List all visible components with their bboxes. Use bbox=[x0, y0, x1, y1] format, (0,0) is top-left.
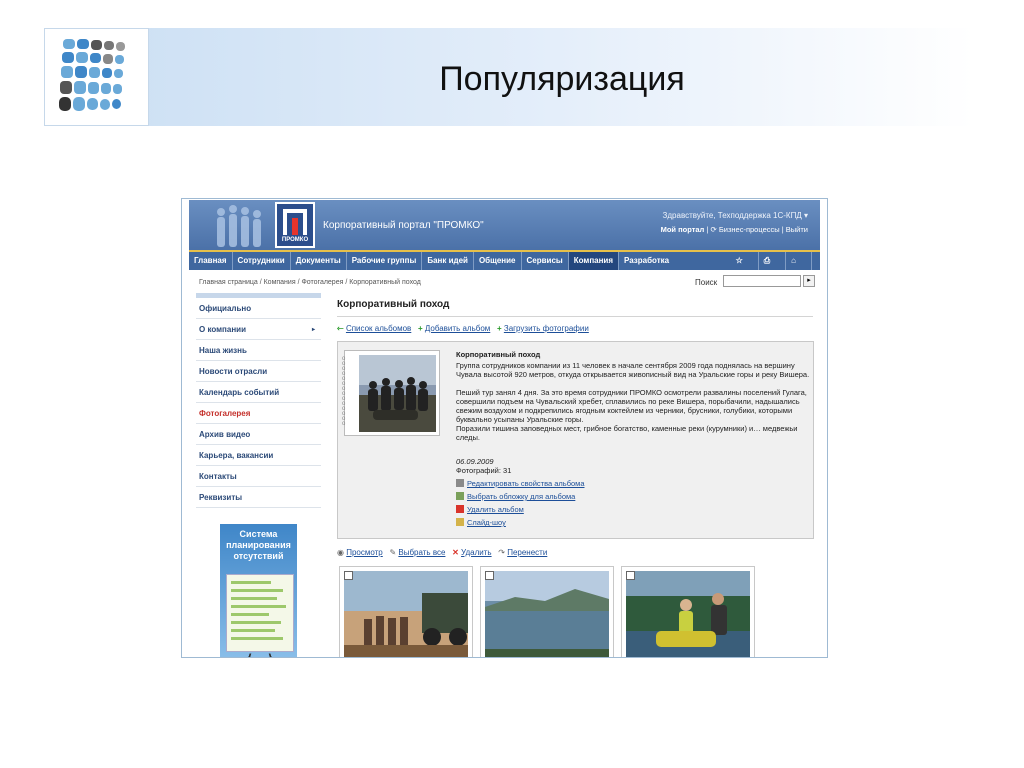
nav-icons: ☆ ⎙ ⌂ bbox=[731, 252, 812, 270]
chevron-right-icon: ▸ bbox=[311, 327, 315, 333]
nav-item-development[interactable]: Разработка bbox=[619, 252, 674, 270]
album-toolbar: ⇽ Список альбомов + Добавить альбом + За… bbox=[337, 324, 589, 333]
move-icon: ↷ bbox=[498, 548, 505, 557]
photo-thumbnail bbox=[626, 571, 750, 657]
photo-checkbox[interactable] bbox=[626, 571, 635, 580]
select-all-link[interactable]: Выбрать все bbox=[398, 548, 445, 557]
album-title: Корпоративный поход bbox=[456, 350, 541, 359]
my-portal-link[interactable]: Мой портал bbox=[661, 225, 705, 234]
photo-checkbox[interactable] bbox=[485, 571, 494, 580]
add-album-link[interactable]: Добавить альбом bbox=[425, 324, 490, 333]
page-title: Корпоративный поход bbox=[337, 299, 450, 310]
add-album-icon: + bbox=[417, 324, 423, 333]
portal-header: ПРОМКО Корпоративный портал "ПРОМКО" Здр… bbox=[189, 200, 820, 250]
presentation-logo bbox=[44, 28, 149, 126]
nav-item-services[interactable]: Сервисы bbox=[522, 252, 569, 270]
binder-spiral: oooooooooooooo bbox=[342, 356, 346, 427]
nav-item-documents[interactable]: Документы bbox=[291, 252, 347, 270]
nav-item-ideas[interactable]: Банк идей bbox=[422, 252, 474, 270]
people-silhouettes-icon bbox=[217, 205, 261, 247]
sidebar-item-official[interactable]: Официально bbox=[196, 299, 321, 319]
title-divider bbox=[337, 316, 813, 317]
portal-screenshot: ПРОМКО Корпоративный портал "ПРОМКО" Здр… bbox=[181, 198, 828, 658]
delete-icon: ✕ bbox=[452, 548, 459, 557]
sidebar-item-about[interactable]: О компании ▸ bbox=[196, 320, 321, 340]
main-nav: Главная Сотрудники Документы Рабочие гру… bbox=[189, 252, 820, 270]
photo-checkbox[interactable] bbox=[344, 571, 353, 580]
search-button[interactable]: ▸ bbox=[803, 275, 815, 287]
breadcrumb[interactable]: Главная страница / Компания / Фотогалере… bbox=[199, 279, 421, 286]
promko-logo[interactable]: ПРОМКО bbox=[275, 202, 315, 248]
upload-icon: + bbox=[496, 324, 502, 333]
nav-item-home[interactable]: Главная bbox=[189, 252, 233, 270]
album-list-link[interactable]: Список альбомов bbox=[346, 324, 411, 333]
pencil-icon bbox=[456, 479, 464, 487]
photo-thumbnail bbox=[344, 571, 468, 657]
sidebar-item-label: О компании bbox=[199, 325, 246, 334]
sidebar-item-career[interactable]: Карьера, вакансии bbox=[196, 446, 321, 466]
nav-item-employees[interactable]: Сотрудники bbox=[233, 252, 291, 270]
banner-sheet-image bbox=[226, 574, 294, 652]
image-edit-icon bbox=[456, 492, 464, 500]
sidebar-item-news[interactable]: Новости отрасли bbox=[196, 362, 321, 382]
nav-item-communication[interactable]: Общение bbox=[474, 252, 522, 270]
photo-card[interactable] bbox=[621, 566, 755, 657]
portal-title: Корпоративный портал "ПРОМКО" bbox=[323, 220, 484, 231]
pencil-icon: ✎ bbox=[389, 548, 397, 557]
slideshow-action[interactable]: Слайд-шоу bbox=[456, 518, 506, 527]
top-links: Мой портал | ⟳ Бизнес-процессы | Выйти bbox=[660, 225, 808, 234]
delete-link[interactable]: Удалить bbox=[461, 548, 492, 557]
sidebar-item-gallery[interactable]: Фотогалерея bbox=[196, 404, 321, 424]
edit-album-action[interactable]: Редактировать свойства альбома bbox=[456, 479, 585, 488]
eye-icon: ◉ bbox=[337, 548, 344, 557]
slideshow-icon bbox=[456, 518, 464, 526]
refresh-icon: ⟳ bbox=[710, 225, 717, 234]
star-icon[interactable]: ☆ bbox=[731, 252, 759, 270]
absence-planning-banner[interactable]: Система планирования отсутствий bbox=[220, 524, 297, 657]
arrow-left-icon: ⇽ bbox=[337, 324, 344, 333]
view-link[interactable]: Просмотр bbox=[346, 548, 383, 557]
sidebar-top-bar bbox=[196, 293, 321, 298]
move-link[interactable]: Перенести bbox=[507, 548, 547, 557]
upload-photos-link[interactable]: Загрузить фотографии bbox=[504, 324, 589, 333]
sitemap-icon[interactable]: ⌂ bbox=[786, 252, 812, 270]
album-description: Группа сотрудников компании из 11 челове… bbox=[456, 361, 810, 442]
sidebar-item-requisites[interactable]: Реквизиты bbox=[196, 488, 321, 508]
sidebar-item-video[interactable]: Архив видео bbox=[196, 425, 321, 445]
nav-item-workgroups[interactable]: Рабочие группы bbox=[347, 252, 423, 270]
logout-link[interactable]: Выйти bbox=[786, 225, 808, 234]
delete-album-action[interactable]: Удалить альбом bbox=[456, 505, 524, 514]
sidebar-item-life[interactable]: Наша жизнь bbox=[196, 341, 321, 361]
choose-cover-action[interactable]: Выбрать обложку для альбома bbox=[456, 492, 575, 501]
album-photo-count: Фотографий: 31 bbox=[456, 466, 512, 475]
delete-icon bbox=[456, 505, 464, 513]
album-cover-card[interactable]: oooooooooooooo bbox=[342, 350, 440, 436]
print-icon[interactable]: ⎙ bbox=[759, 252, 787, 270]
user-greeting[interactable]: Здравствуйте, Техподдержка 1С-КПД ▾ bbox=[663, 211, 808, 220]
sidebar-item-calendar[interactable]: Календарь событий bbox=[196, 383, 321, 403]
photo-toolbar: ◉ Просмотр ✎ Выбрать все ✕ Удалить ↷ Пер… bbox=[337, 548, 547, 557]
nav-item-company[interactable]: Компания bbox=[568, 252, 620, 270]
search-label: Поиск bbox=[695, 278, 718, 287]
business-process-link[interactable]: Бизнес-процессы bbox=[719, 225, 780, 234]
easel-stand bbox=[245, 653, 275, 657]
photo-card[interactable] bbox=[339, 566, 473, 657]
banner-text: Система планирования отсутствий bbox=[226, 529, 291, 561]
album-info-panel: oooooooooooooo Корпоративный поход Групп… bbox=[337, 341, 814, 539]
photo-card[interactable] bbox=[480, 566, 614, 657]
album-cover-photo bbox=[359, 355, 436, 432]
sidebar-item-contacts[interactable]: Контакты bbox=[196, 467, 321, 487]
slide-header-band bbox=[44, 28, 974, 126]
search-input[interactable] bbox=[723, 275, 801, 287]
album-date: 06.09.2009 bbox=[456, 457, 494, 466]
photo-thumbnail bbox=[485, 571, 609, 657]
